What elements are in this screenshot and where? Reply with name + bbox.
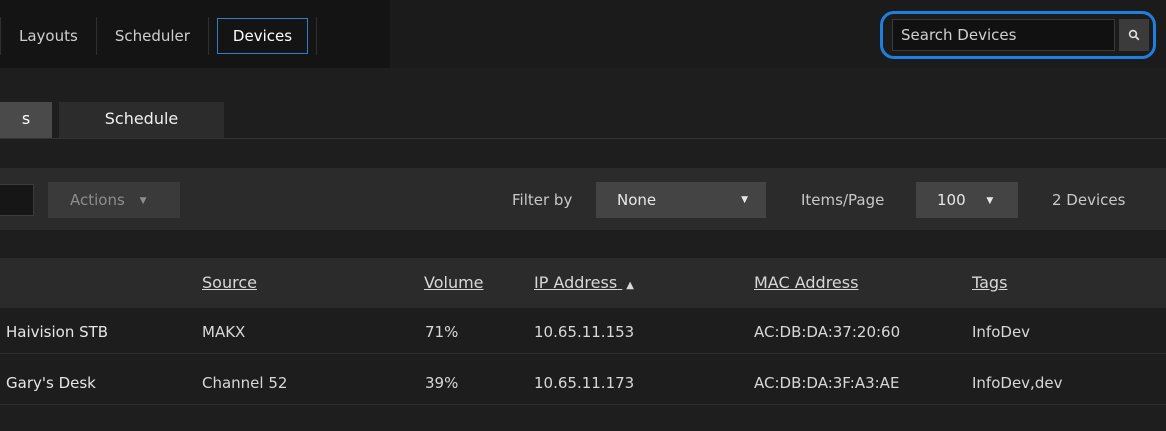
device-volume: 71% bbox=[425, 323, 459, 341]
column-header-source[interactable]: Source bbox=[202, 258, 257, 308]
device-mac: AC:DB:DA:3F:A3:AE bbox=[754, 374, 900, 392]
device-ip: 10.65.11.173 bbox=[534, 374, 635, 392]
filter-value: None bbox=[617, 191, 657, 209]
nav-scheduler[interactable]: Scheduler bbox=[97, 18, 208, 54]
ip-address-header-label: IP Address bbox=[534, 273, 618, 292]
top-navigation-bar: Layouts Scheduler Devices bbox=[0, 0, 1166, 68]
device-tags: InfoDev,dev bbox=[972, 374, 1063, 392]
column-header-mac-address[interactable]: MAC Address bbox=[754, 258, 858, 308]
device-name[interactable]: Haivision STB bbox=[6, 310, 108, 354]
column-header-ip-address[interactable]: IP Address ▲ bbox=[534, 258, 634, 311]
table-row[interactable]: Haivision STB MAKX 71% 10.65.11.153 AC:D… bbox=[0, 310, 1166, 354]
nav-layouts[interactable]: Layouts bbox=[1, 18, 96, 54]
filter-label: Filter by bbox=[512, 191, 573, 209]
select-all-checkbox[interactable] bbox=[0, 184, 34, 216]
actions-label: Actions bbox=[70, 191, 125, 209]
main-nav: Layouts Scheduler Devices bbox=[0, 16, 318, 56]
devices-toolbar: Actions ▼ Filter by None ▼ Items/Page 10… bbox=[0, 168, 1166, 230]
items-per-page-value: 100 bbox=[937, 191, 966, 209]
device-source: MAKX bbox=[202, 323, 246, 341]
device-ip: 10.65.11.153 bbox=[534, 323, 635, 341]
sort-ascending-icon: ▲ bbox=[626, 280, 634, 291]
device-volume: 39% bbox=[425, 374, 459, 392]
caret-down-icon: ▼ bbox=[986, 195, 994, 206]
items-per-page-label: Items/Page bbox=[801, 191, 885, 209]
actions-dropdown[interactable]: Actions ▼ bbox=[48, 182, 180, 218]
search-button[interactable] bbox=[1119, 19, 1149, 51]
device-mac: AC:DB:DA:37:20:60 bbox=[754, 323, 901, 341]
items-per-page-dropdown[interactable]: 100 ▼ bbox=[916, 182, 1018, 218]
table-header: Source Volume IP Address ▲ MAC Address T… bbox=[0, 258, 1166, 308]
nav-divider bbox=[207, 17, 209, 55]
page-tabs: s Schedule bbox=[0, 102, 1166, 139]
device-name[interactable]: Gary's Desk bbox=[6, 361, 96, 405]
nav-devices[interactable]: Devices bbox=[216, 18, 309, 54]
column-header-volume[interactable]: Volume bbox=[424, 258, 484, 308]
tab-schedule[interactable]: Schedule bbox=[59, 102, 224, 138]
device-count: 2 Devices bbox=[1052, 191, 1126, 209]
column-header-tags[interactable]: Tags bbox=[972, 258, 1007, 308]
caret-down-icon: ▼ bbox=[139, 195, 147, 206]
nav-divider bbox=[316, 17, 318, 55]
table-row[interactable]: Gary's Desk Channel 52 39% 10.65.11.173 … bbox=[0, 361, 1166, 405]
filter-dropdown[interactable]: None ▼ bbox=[596, 182, 766, 218]
tab-devices[interactable]: s bbox=[0, 102, 52, 138]
search-icon bbox=[1128, 29, 1140, 41]
search-box bbox=[880, 11, 1156, 59]
device-source: Channel 52 bbox=[202, 374, 288, 392]
caret-down-icon: ▼ bbox=[741, 195, 748, 205]
search-input[interactable] bbox=[892, 19, 1115, 51]
device-tags: InfoDev bbox=[972, 323, 1031, 341]
